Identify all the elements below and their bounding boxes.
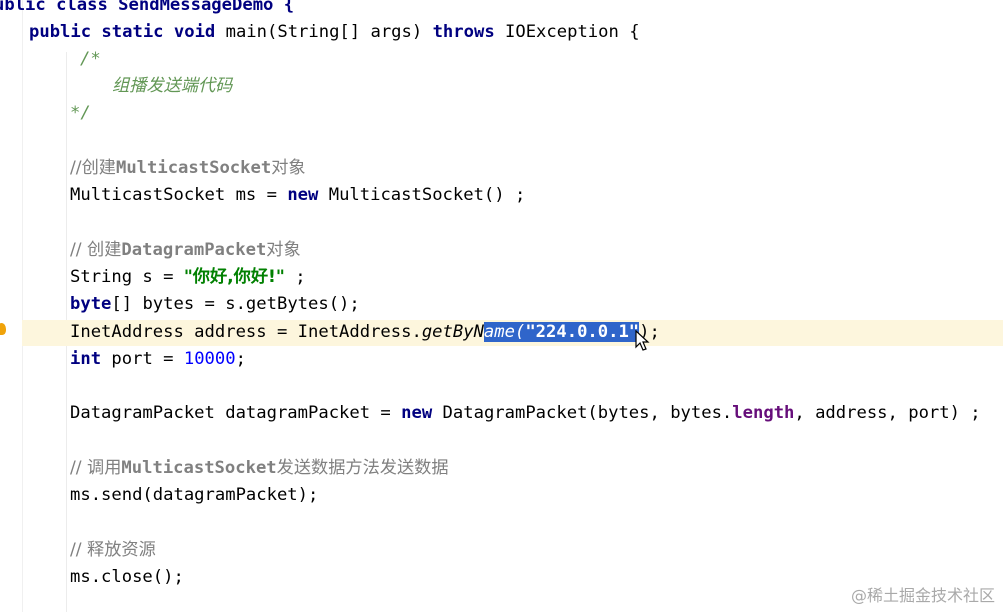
code-token: "你好,你好!" (183, 267, 285, 287)
code-line-text: //创建MulticastSocket对象 (70, 155, 306, 182)
code-token: main(String[] args) (225, 22, 433, 42)
code-token: 对象 (266, 240, 301, 260)
code-line-text: ms.send(datagramPacket); (70, 482, 318, 509)
code-line[interactable]: DatagramPacket datagramPacket = new Data… (0, 400, 1003, 427)
code-line-text: ms.close(); (70, 564, 184, 591)
mouse-cursor-icon (635, 330, 650, 351)
code-line-text: String s = "你好,你好!" ; (70, 264, 306, 291)
code-line[interactable]: ublic class SendMessageDemo { (0, 0, 1003, 19)
code-line[interactable]: /* (0, 46, 1003, 73)
code-token: new (401, 403, 443, 423)
code-line[interactable] (0, 127, 1003, 154)
code-token: length (732, 403, 795, 423)
code-line[interactable] (0, 427, 1003, 454)
code-token: public static void (29, 22, 226, 42)
code-token: "224.0.0.1" (525, 322, 640, 342)
code-line[interactable]: ms.send(datagramPacket); (0, 482, 1003, 509)
code-token: */ (70, 103, 91, 123)
code-line-text: // 创建DatagramPacket对象 (70, 237, 301, 264)
code-token: // 创建 (70, 240, 122, 260)
code-line-text: DatagramPacket datagramPacket = new Data… (70, 400, 981, 427)
code-token: InetAddress address = InetAddress. (70, 322, 422, 342)
code-line-text: ublic class SendMessageDemo { (0, 0, 294, 19)
code-line[interactable]: // 调用MulticastSocket发送数据方法发送数据 (0, 455, 1003, 482)
code-line-text: int port = 10000; (70, 346, 246, 373)
code-token: // 调用 (70, 458, 122, 478)
code-line-text: InetAddress address = InetAddress.getByN… (70, 319, 660, 346)
code-token: /* (80, 49, 101, 69)
code-token: byte (70, 294, 112, 314)
code-token: ms.close(); (70, 567, 184, 587)
code-token: throws (432, 22, 506, 42)
code-line[interactable]: */ (0, 100, 1003, 127)
code-token: , address, port) ; (794, 403, 981, 423)
code-token: DatagramPacket datagramPacket = (70, 403, 402, 423)
code-token: new (287, 185, 329, 205)
code-token: IOException { (505, 22, 640, 42)
code-token: int (70, 349, 112, 369)
code-line[interactable] (0, 509, 1003, 536)
code-token: DatagramPacket (121, 240, 267, 260)
code-line-text: // 调用MulticastSocket发送数据方法发送数据 (70, 455, 449, 482)
code-token: DatagramPacket(bytes, bytes. (442, 403, 733, 423)
code-line-text: */ (70, 100, 91, 127)
code-line[interactable]: public static void main(String[] args) t… (0, 19, 1003, 46)
code-token: 组播发送端代码 (112, 76, 233, 96)
code-line-text: MulticastSocket ms = new MulticastSocket… (70, 182, 525, 209)
code-token: MulticastSocket() ; (328, 185, 526, 205)
code-token: // 释放资源 (70, 540, 156, 560)
code-token: MulticastSocket ms = (70, 185, 288, 205)
code-line-text: public static void main(String[] args) t… (29, 19, 640, 46)
code-line[interactable] (0, 373, 1003, 400)
code-token: port = (111, 349, 184, 369)
code-editor[interactable]: ublic class SendMessageDemo { public stat… (0, 0, 1003, 612)
code-token: //创建 (70, 158, 116, 178)
code-line[interactable]: // 创建DatagramPacket对象 (0, 237, 1003, 264)
code-line[interactable]: InetAddress address = InetAddress.getByN… (0, 319, 1003, 346)
code-line[interactable]: int port = 10000; (0, 346, 1003, 373)
code-token: 发送数据方法发送数据 (276, 458, 449, 478)
code-token: ms.send(datagramPacket); (70, 485, 319, 505)
code-line[interactable]: MulticastSocket ms = new MulticastSocket… (0, 182, 1003, 209)
code-token: ame( (483, 322, 526, 342)
code-line[interactable]: //创建MulticastSocket对象 (0, 155, 1003, 182)
code-token: [] bytes = s.getBytes(); (111, 294, 360, 314)
code-line[interactable]: // 释放资源 (0, 537, 1003, 564)
code-line-text: // 释放资源 (70, 537, 156, 564)
code-line[interactable] (0, 209, 1003, 236)
code-token: String s = (70, 267, 184, 287)
code-token: getByN (421, 322, 484, 342)
code-line[interactable]: 组播发送端代码 (0, 73, 1003, 100)
code-token: MulticastSocket (121, 458, 277, 478)
code-line[interactable]: String s = "你好,你好!" ; (0, 264, 1003, 291)
watermark: @稀土掘金技术社区 (850, 586, 995, 605)
code-line[interactable]: byte[] bytes = s.getBytes(); (0, 291, 1003, 318)
code-token: ublic class SendMessageDemo { (0, 0, 295, 15)
code-token: 对象 (271, 158, 306, 178)
code-line-text: 组播发送端代码 (112, 73, 232, 100)
code-line-text: byte[] bytes = s.getBytes(); (70, 291, 360, 318)
code-line-text: /* (80, 46, 101, 73)
code-token: 10000 (183, 349, 236, 369)
code-token: MulticastSocket (115, 158, 272, 178)
code-token: ; (284, 267, 306, 287)
code-token: ; (235, 349, 246, 369)
